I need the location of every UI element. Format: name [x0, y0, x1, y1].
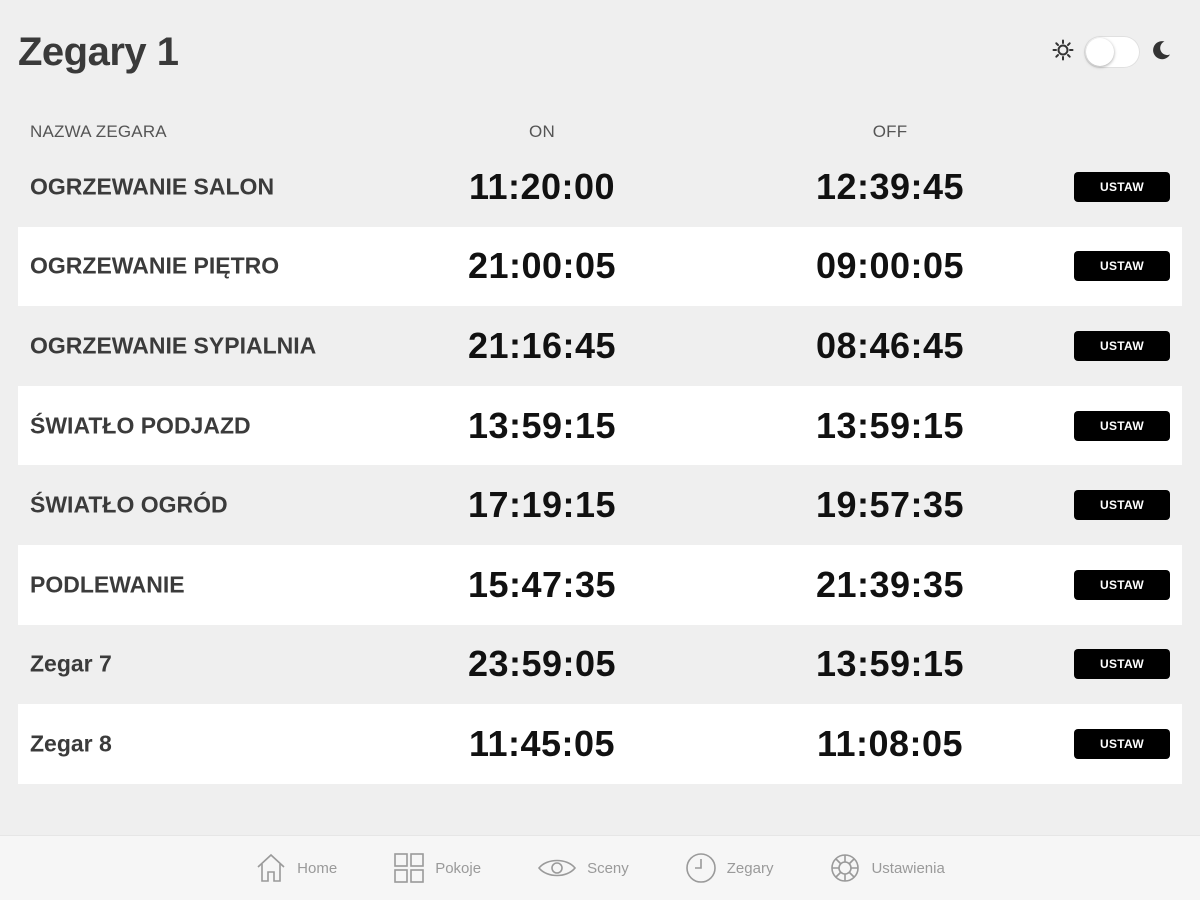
header: Zegary 1	[0, 0, 1200, 110]
timer-off-time: 12:39:45	[815, 165, 965, 207]
column-header-off: OFF	[872, 122, 908, 141]
moon-icon	[1150, 39, 1172, 65]
nav-item-pokoje[interactable]: Pokoje	[393, 852, 481, 884]
nav-label: Zegary	[726, 859, 774, 877]
timer-row: ŚWIATŁO OGRÓD 17:19:15 19:57:35 USTAW	[18, 465, 1182, 545]
timer-on-time: 11:45:05	[468, 722, 616, 764]
timer-off-time: 21:39:35	[815, 563, 965, 605]
set-button[interactable]: USTAW	[1074, 171, 1170, 202]
timer-name: PODLEWANIE	[30, 571, 185, 598]
set-button[interactable]: USTAW	[1074, 410, 1170, 441]
timer-on-time: 21:00:05	[467, 245, 617, 287]
timer-on-time: 13:59:15	[467, 404, 617, 446]
nav-label: Home	[297, 859, 338, 877]
nav-item-ustawienia[interactable]: Ustawienia	[829, 852, 945, 884]
page-title: Zegary 1	[18, 30, 179, 74]
column-header-on: ON	[529, 122, 555, 141]
timer-name: ŚWIATŁO PODJAZD	[30, 412, 251, 439]
timer-off-time: 13:59:15	[815, 643, 965, 685]
timer-name: ŚWIATŁO OGRÓD	[30, 491, 228, 518]
timer-on-time: 11:20:00	[468, 165, 616, 207]
timer-on-time: 17:19:15	[467, 484, 617, 526]
timer-off-time: 11:08:05	[816, 722, 964, 764]
timer-off-time: 13:59:15	[815, 404, 965, 446]
nav-item-sceny[interactable]: Sceny	[537, 856, 629, 880]
settings-wheel-icon	[829, 852, 861, 884]
timer-off-time: 19:57:35	[815, 484, 965, 526]
clock-icon	[685, 852, 717, 884]
timer-on-time: 23:59:05	[467, 643, 617, 685]
theme-switcher	[1052, 36, 1172, 68]
timer-row: OGRZEWANIE PIĘTRO 21:00:05 09:00:05 USTA…	[18, 226, 1182, 307]
timer-row: Zegar 8 11:45:05 11:08:05 USTAW	[18, 704, 1182, 784]
timer-on-time: 21:16:45	[467, 324, 617, 366]
grid-icon	[393, 852, 425, 884]
timer-name: OGRZEWANIE SYPIALNIA	[30, 332, 317, 359]
set-button[interactable]: USTAW	[1074, 490, 1170, 521]
column-headers: NAZWA ZEGARA ON OFF	[18, 120, 1182, 146]
timer-row: OGRZEWANIE SALON 11:20:00 12:39:45 USTAW	[18, 147, 1182, 227]
nav-item-zegary[interactable]: Zegary	[685, 852, 774, 884]
timer-name: OGRZEWANIE PIĘTRO	[30, 252, 280, 279]
set-button[interactable]: USTAW	[1074, 649, 1170, 680]
timer-row: Zegar 7 23:59:05 13:59:15 USTAW	[18, 625, 1182, 705]
set-button[interactable]: USTAW	[1074, 569, 1170, 600]
set-button[interactable]: USTAW	[1074, 728, 1170, 759]
set-button[interactable]: USTAW	[1074, 251, 1170, 282]
timer-row: ŚWIATŁO PODJAZD 13:59:15 13:59:15 USTAW	[18, 385, 1182, 466]
dark-mode-toggle[interactable]	[1084, 36, 1140, 68]
nav-label: Pokoje	[435, 859, 482, 877]
nav-label: Ustawienia	[871, 859, 945, 877]
set-button[interactable]: USTAW	[1074, 330, 1170, 361]
timer-off-time: 09:00:05	[815, 245, 965, 287]
timer-off-time: 08:46:45	[815, 324, 965, 366]
nav-item-home[interactable]: Home	[255, 852, 337, 884]
timer-on-time: 15:47:35	[467, 563, 617, 605]
home-icon	[255, 852, 287, 884]
timer-name: Zegar 8	[30, 730, 112, 757]
timer-row: OGRZEWANIE SYPIALNIA 21:16:45 08:46:45 U…	[18, 306, 1182, 386]
nav-label: Sceny	[587, 859, 629, 877]
timer-name: Zegar 7	[30, 650, 112, 677]
column-header-name: NAZWA ZEGARA	[30, 122, 167, 141]
timer-row: PODLEWANIE 15:47:35 21:39:35 USTAW	[18, 544, 1182, 625]
bottom-navigation: Home Pokoje Sceny Zegary Ustawienia	[0, 835, 1200, 900]
toggle-knob	[1086, 38, 1114, 66]
timer-name: OGRZEWANIE SALON	[30, 173, 275, 200]
sun-icon	[1052, 39, 1074, 65]
eye-icon	[537, 856, 577, 880]
timer-list: OGRZEWANIE SALON 11:20:00 12:39:45 USTAW…	[18, 147, 1182, 784]
